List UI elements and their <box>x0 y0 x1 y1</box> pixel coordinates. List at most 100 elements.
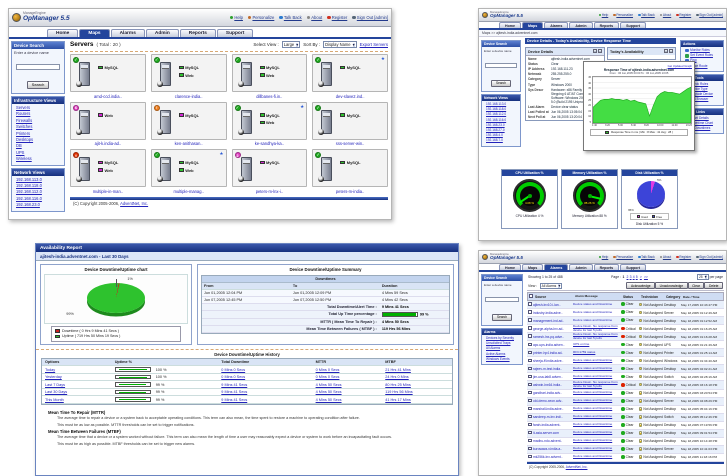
alarm-message-link[interactable]: Device status and Downtime <box>573 399 621 403</box>
alarm-message-link[interactable]: Device status and Downtime <box>573 367 621 371</box>
device-name-link[interactable]: ken-anithasan.. <box>151 141 227 146</box>
adventnet-link[interactable]: AdventNet, Inc. <box>120 201 148 206</box>
period-link[interactable]: Last 7 Days <box>42 382 112 388</box>
toolbar-button[interactable]: Clear <box>688 282 705 289</box>
tab[interactable]: Reports <box>594 22 620 28</box>
alarm-message-link[interactable]: Device status and Downtime <box>573 391 621 395</box>
period-link[interactable]: Today <box>42 367 112 373</box>
page-link[interactable]: 3 <box>630 275 632 279</box>
alarm-message-link[interactable]: Device status and Downtime <box>573 447 621 451</box>
graph-icon[interactable] <box>664 49 668 53</box>
row-checkbox[interactable] <box>528 359 532 363</box>
top-link[interactable]: About <box>660 13 671 17</box>
row-checkbox[interactable] <box>528 415 532 419</box>
server-card-body[interactable]: MySQL Web <box>232 102 308 140</box>
row-checkbox[interactable] <box>528 326 532 330</box>
server-card-body[interactable]: MySQL Web <box>232 54 308 92</box>
device-name-link[interactable]: multiple-manag.. <box>151 189 227 194</box>
row-checkbox[interactable] <box>528 343 532 347</box>
mtbf-link[interactable]: 119 Hrs 56 Mins <box>382 389 452 395</box>
alarm-source-link[interactable]: farah-india.advent.. <box>533 423 573 427</box>
mtbf-link[interactable]: 80 Hrs 25 Mins <box>382 382 452 388</box>
alarm-source-link[interactable]: kurosawa-v.india.a.. <box>533 447 573 451</box>
tab[interactable]: Reports <box>594 264 620 270</box>
favorite-star-icon[interactable] <box>219 151 223 156</box>
mtbf-link[interactable]: 41 Hrs 17 Mins <box>382 397 452 403</box>
device-name-link[interactable]: sss-server-win.. <box>312 141 388 146</box>
search-input[interactable] <box>485 63 516 68</box>
alarm-source-link[interactable]: rajeev-m-test.india.. <box>533 367 573 371</box>
top-link[interactable]: Help <box>230 15 243 20</box>
alarm-message-link[interactable]: Device status and Downtime <box>573 415 621 419</box>
alarm-message-link[interactable]: Device status and Downtime <box>573 423 621 427</box>
select-all-checkbox[interactable] <box>529 294 533 298</box>
alarm-source-link[interactable]: industry-india.adve.. <box>533 311 573 315</box>
alarm-source-link[interactable]: jim-usa-lab8.adven.. <box>533 375 573 379</box>
row-checkbox[interactable] <box>528 310 532 314</box>
top-link[interactable]: Talk Back <box>279 15 301 20</box>
alarm-message-link[interactable]: RFC1759 status <box>573 351 621 355</box>
top-link[interactable]: Personalize <box>613 255 633 259</box>
alarm-source-link[interactable]: old-demo-xeon.adv.. <box>533 399 573 403</box>
period-link[interactable]: Last 30 Days <box>42 389 112 395</box>
favorite-star-icon[interactable] <box>300 104 304 109</box>
tab[interactable]: Home <box>47 29 78 37</box>
sort-by-dropdown[interactable]: Display Name <box>323 41 357 48</box>
device-name-link[interactable]: dev-slave2.ind.. <box>312 94 388 99</box>
last-page-link[interactable]: >> <box>644 275 648 279</box>
breadcrumb[interactable]: Maps >> ajitesh-india.adventnet.com <box>479 30 726 37</box>
top-link[interactable]: Sign Out [admin] <box>696 13 723 17</box>
alarm-source-link[interactable]: marshall-india.adve.. <box>533 407 573 411</box>
alarm-source-link[interactable]: mk256k-lnx.advent.. <box>533 455 573 459</box>
top-link[interactable]: Personalize <box>248 15 274 20</box>
server-card-body[interactable]: 6 Web <box>70 102 146 140</box>
period-link[interactable]: Yesterday <box>42 374 112 380</box>
alarm-message-link[interactable]: Device status and Downtime <box>573 455 621 459</box>
row-checkbox[interactable] <box>528 423 532 427</box>
mtbf-link[interactable]: 21 Hrs 41 Mins <box>382 367 452 373</box>
toolbar-button[interactable]: Unacknowledge <box>655 282 687 289</box>
downtime-link[interactable]: 9 Mins 41 Secs <box>218 382 312 388</box>
tab[interactable]: Alarms <box>544 264 568 270</box>
server-card-body[interactable]: 2 MySQL <box>232 149 308 187</box>
downtime-link[interactable]: 9 Mins 41 Secs <box>218 389 312 395</box>
device-name-link[interactable]: amd-ccd.india.. <box>70 94 146 99</box>
refresh-icon[interactable] <box>598 49 602 53</box>
mttr-link[interactable]: 0 Mins 0 Secs <box>313 374 383 380</box>
sidebar-link[interactable]: Wireless <box>12 156 64 162</box>
period-link[interactable]: This Month <box>42 397 112 403</box>
device-name-link[interactable]: clarence-india.. <box>151 94 227 99</box>
select-view-dropdown[interactable]: Large <box>282 41 301 48</box>
search-input[interactable] <box>16 64 60 70</box>
alarm-message-link[interactable]: Device Down. No response from device for… <box>573 325 621 332</box>
per-page-dropdown[interactable]: 25 <box>697 274 709 280</box>
next-page-link[interactable]: > <box>640 275 642 279</box>
page-link[interactable]: 4 <box>633 275 635 279</box>
top-link[interactable]: Sign Out [admin] <box>352 15 388 20</box>
device-name-link[interactable]: dillbanes-fi.in.. <box>232 94 308 99</box>
top-link[interactable]: About <box>660 255 671 259</box>
top-link[interactable]: Talk Back <box>638 255 655 259</box>
row-checkbox[interactable] <box>528 302 532 306</box>
page-link[interactable]: 5 <box>636 275 638 279</box>
top-link[interactable]: Sign Out [admin] <box>696 255 723 259</box>
alarm-source-link[interactable]: ajitesh-lnx10.i-lan.. <box>533 303 573 307</box>
alarm-message-link[interactable]: Device status and Downtime <box>573 407 621 411</box>
alarm-source-link[interactable]: sandeep-m-lnx.indi.. <box>533 415 573 419</box>
tab[interactable]: Support <box>217 29 253 37</box>
alarm-message-link[interactable]: Device status and Downtime <box>573 375 621 379</box>
row-checkbox[interactable] <box>528 439 532 443</box>
alarm-message-link[interactable]: Device Down. No response from device for… <box>573 333 621 340</box>
alarm-message-link[interactable]: Device status and Downtime <box>573 439 621 443</box>
top-link[interactable]: Personalize <box>613 13 633 17</box>
alarm-source-link[interactable]: printer-hp4.india.ad.. <box>533 351 573 355</box>
downtime-link[interactable]: 0 Mins 0 Secs <box>218 367 312 373</box>
search-button[interactable]: Search <box>491 80 511 87</box>
row-checkbox[interactable] <box>528 367 532 371</box>
mttr-link[interactable]: 4 Mins 50 Secs <box>313 382 383 388</box>
row-checkbox[interactable] <box>528 391 532 395</box>
search-button[interactable]: Search <box>27 81 50 89</box>
search-input[interactable] <box>485 297 518 302</box>
server-card-body[interactable]: MySQL Web <box>70 149 146 187</box>
alarm-message-link[interactable]: Device status and Downtime <box>573 319 621 323</box>
